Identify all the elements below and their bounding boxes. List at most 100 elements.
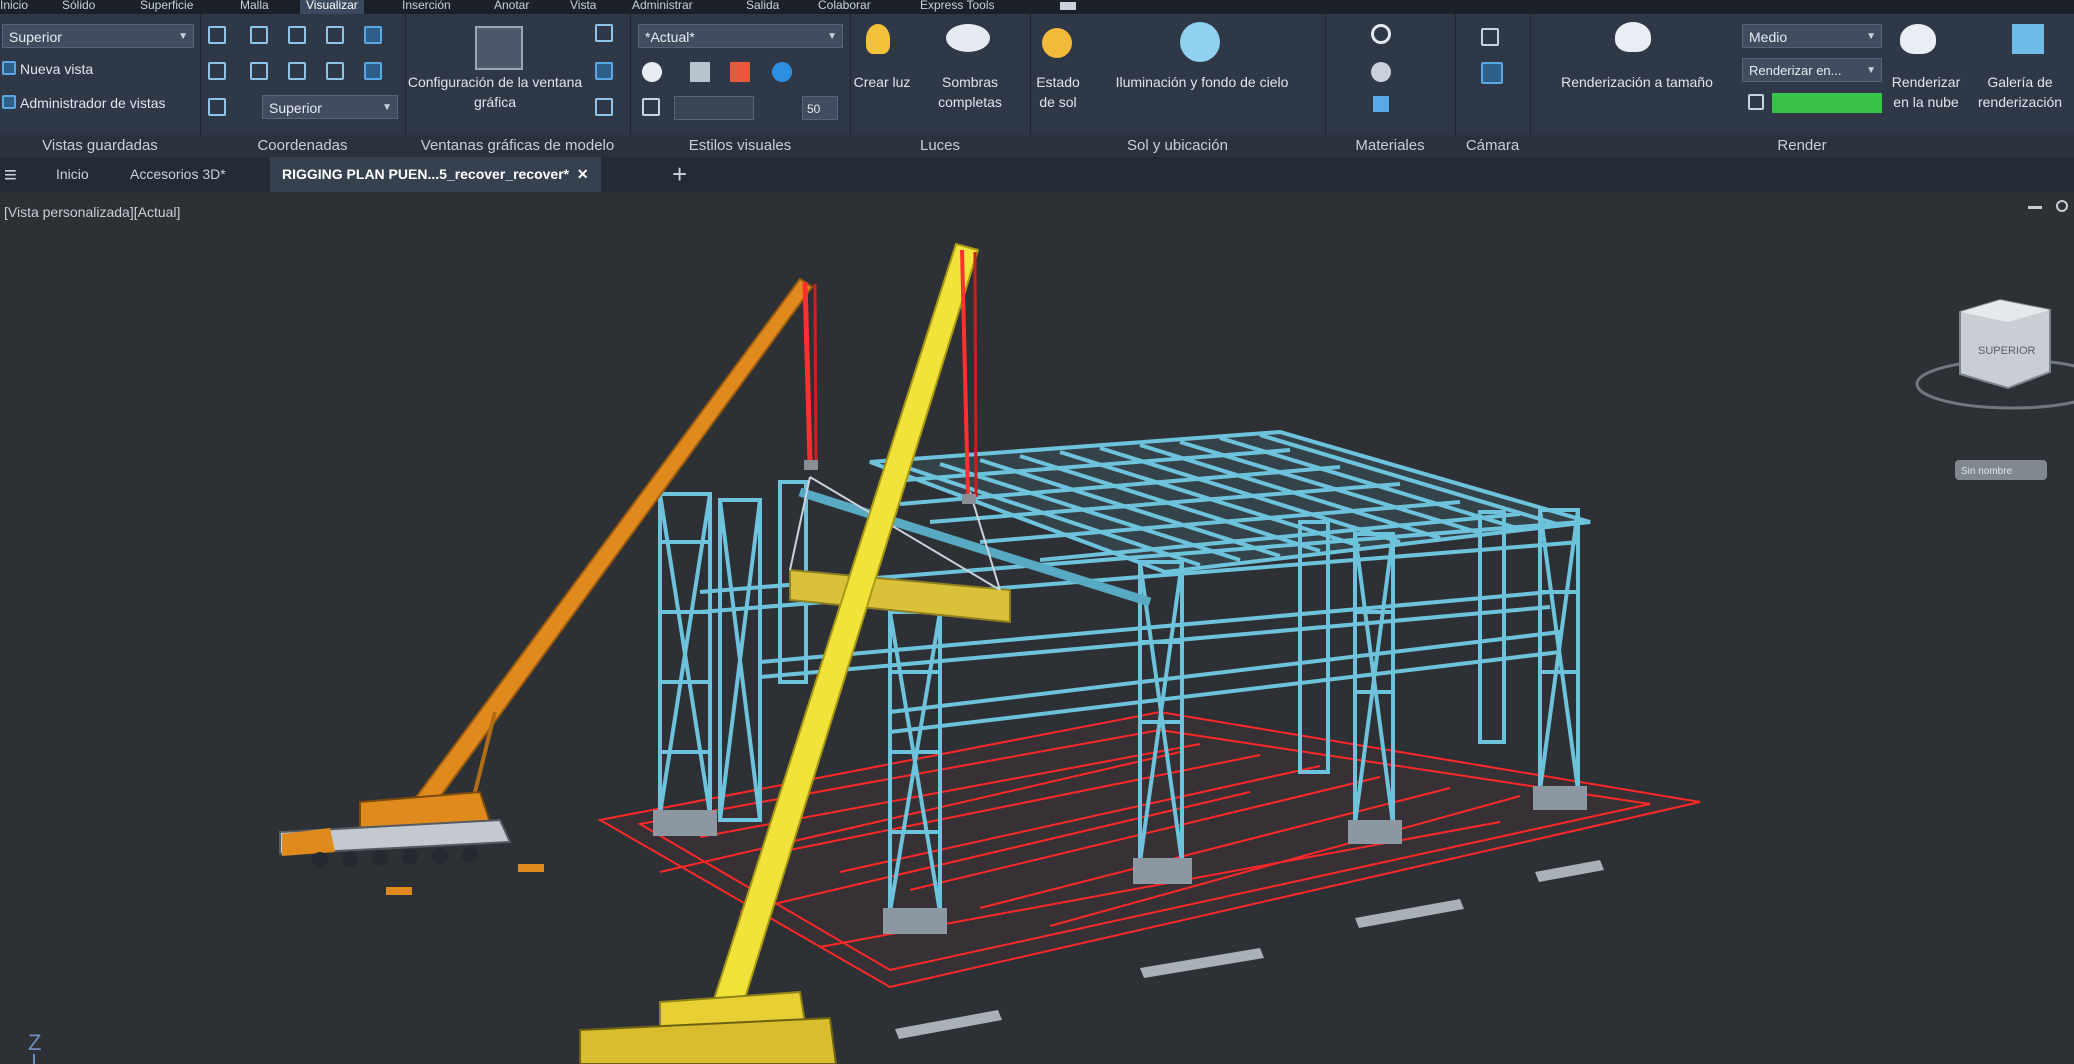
viewcube-label: SUPERIOR	[1978, 345, 2036, 357]
edge-style-icon[interactable]	[690, 62, 710, 82]
quick-access-icon[interactable]	[1060, 2, 1076, 10]
create-light-button[interactable]: Crear luz	[850, 72, 914, 92]
viewcube[interactable]: SUPERIOR	[1915, 298, 2074, 410]
gallery-icon[interactable]	[2012, 24, 2044, 54]
restore-viewports-icon[interactable]	[595, 98, 613, 116]
panel-luces: Crear luz Sombras completas Luces	[850, 14, 1031, 157]
opacity-field[interactable]	[674, 96, 754, 120]
render-in-combo[interactable]: Renderizar en... ▼	[1742, 58, 1882, 82]
panel-ventanas-graficas: Configuración de la ventana gráfica Vent…	[405, 14, 631, 157]
ucs-named-icon[interactable]	[208, 98, 226, 116]
sun-status-button[interactable]: Estado de sol	[1030, 72, 1086, 112]
ucs-y-icon[interactable]	[250, 62, 268, 80]
ucs-view-icon[interactable]	[326, 26, 344, 44]
material-map-icon[interactable]	[1373, 96, 1389, 112]
panel-camara: Cámara	[1455, 14, 1531, 157]
panel-title-vistas-guardadas: Vistas guardadas	[0, 135, 200, 157]
camera-preview-icon[interactable]	[1481, 62, 1503, 84]
ucs-world-icon[interactable]	[250, 26, 268, 44]
chevron-down-icon: ▼	[1866, 31, 1876, 42]
render-quality-combo[interactable]: Medio ▼	[1742, 24, 1882, 48]
panel-render: Renderización a tamaño Medio ▼ Renderizar…	[1530, 14, 2074, 157]
doctab-rigging-plan-label: RIGGING PLAN PUEN...5_recover_recover*	[282, 166, 570, 182]
color-style-icon[interactable]	[730, 62, 750, 82]
teapot-icon[interactable]	[1615, 22, 1651, 52]
shading-icon[interactable]	[772, 62, 792, 82]
ucs-x-icon[interactable]	[208, 62, 226, 80]
visual-style-value: *Actual*	[645, 29, 695, 45]
tab-superficie[interactable]: Superficie	[140, 0, 193, 14]
menu-hamburger-icon[interactable]: ≡	[4, 157, 17, 192]
panel-sol-ubicacion: Estado de sol Iluminación y fondo de cie…	[1030, 14, 1326, 157]
material-browser-icon[interactable]	[1371, 24, 1391, 44]
saved-view-value: Superior	[9, 29, 62, 45]
render-to-size-button[interactable]: Renderización a tamaño	[1542, 72, 1732, 92]
render-in-value: Renderizar en...	[1749, 63, 1842, 78]
opacity-value[interactable]: 50	[802, 96, 838, 120]
tab-insercion[interactable]: Inserción	[402, 0, 451, 14]
wcs-label: Sin nombre	[1961, 466, 2013, 477]
new-view-button[interactable]: Nueva vista	[20, 60, 93, 78]
material-editor-icon[interactable]	[1371, 62, 1391, 82]
tab-solido[interactable]: Sólido	[62, 0, 95, 14]
ucs-object-icon[interactable]	[326, 62, 344, 80]
chevron-down-icon: ▼	[1866, 65, 1876, 76]
tab-malla[interactable]: Malla	[240, 0, 269, 14]
panel-materiales: Materiales	[1325, 14, 1456, 157]
3d-scene: SUPERIOR Sin nombre Z	[28, 242, 2074, 1064]
tab-visualizar[interactable]: Visualizar	[300, 0, 364, 14]
sun-icon[interactable]	[1042, 28, 1072, 58]
ucs-3point-icon[interactable]	[364, 26, 382, 44]
panel-title-estilos: Estilos visuales	[630, 135, 850, 157]
cloud-teapot-icon[interactable]	[1900, 24, 1936, 54]
tab-express-tools[interactable]: Express Tools	[920, 0, 994, 14]
panel-title-camara: Cámara	[1455, 135, 1530, 157]
shadows-icon[interactable]	[946, 24, 990, 52]
render-cloud-button[interactable]: Renderizar en la nube	[1888, 72, 1964, 112]
render-gallery-button[interactable]: Galería de renderización	[1966, 72, 2074, 112]
view-manager-button[interactable]: Administrador de vistas	[20, 94, 166, 112]
full-shadows-button[interactable]: Sombras completas	[920, 72, 1020, 112]
ribbon: Superior ▼ Nueva vista Administrador de v…	[0, 14, 2074, 158]
ucs-combo[interactable]: Superior ▼	[262, 95, 398, 119]
panel-title-coordenadas: Coordenadas	[200, 135, 405, 157]
face-style-icon[interactable]	[642, 62, 662, 82]
panel-title-sol: Sol y ubicación	[1030, 135, 1325, 157]
panel-vistas-guardadas: Superior ▼ Nueva vista Administrador de v…	[0, 14, 201, 157]
doctab-accesorios[interactable]: Accesorios 3D*	[130, 157, 226, 192]
tab-administrar[interactable]: Administrar	[632, 0, 693, 14]
close-icon[interactable]: ✕	[577, 166, 589, 182]
render-quality-value: Medio	[1749, 29, 1788, 45]
axis-z-label: Z	[28, 1030, 41, 1055]
tab-salida[interactable]: Salida	[746, 0, 779, 14]
doctab-inicio[interactable]: Inicio	[56, 157, 89, 192]
viewport-controls-label[interactable]: [Vista personalizada][Actual]	[4, 204, 180, 220]
ucs-origin-icon[interactable]	[288, 26, 306, 44]
tab-anotar[interactable]: Anotar	[494, 0, 529, 14]
visual-style-combo[interactable]: *Actual* ▼	[638, 24, 843, 48]
viewport-config-button[interactable]: Configuración de la ventana gráfica	[405, 72, 585, 112]
xray-icon[interactable]	[642, 98, 660, 116]
ucs-face-icon[interactable]	[364, 62, 382, 80]
ucs-icon[interactable]	[208, 26, 226, 44]
named-viewports-icon[interactable]	[595, 24, 613, 42]
minimize-viewport-icon[interactable]	[2028, 206, 2042, 209]
tab-colaborar[interactable]: Colaborar	[818, 0, 871, 14]
viewport-config-icon[interactable]	[475, 26, 523, 70]
camera-icon[interactable]	[1481, 28, 1499, 46]
sky-lighting-button[interactable]: Iluminación y fondo de cielo	[1092, 72, 1312, 92]
autocad-window: Inicio Sólido Superficie Malla Visualiza…	[0, 0, 2074, 1064]
light-bulb-icon[interactable]	[866, 24, 890, 54]
ucs-z-icon[interactable]	[288, 62, 306, 80]
render-window-icon[interactable]	[1748, 94, 1764, 110]
restore-viewport-icon[interactable]	[2056, 200, 2068, 212]
tab-inicio[interactable]: Inicio	[0, 0, 28, 14]
join-viewports-icon[interactable]	[595, 62, 613, 80]
model-viewport[interactable]: SUPERIOR Sin nombre Z [Vista personaliza…	[0, 192, 2074, 1064]
doctab-rigging-plan[interactable]: RIGGING PLAN PUEN...5_recover_recover* ✕	[270, 157, 601, 192]
saved-view-combo[interactable]: Superior ▼	[2, 24, 194, 48]
new-tab-button[interactable]: +	[672, 157, 687, 192]
tab-vista[interactable]: Vista	[570, 0, 596, 14]
view-manager-icon	[2, 95, 16, 109]
sky-icon[interactable]	[1180, 22, 1220, 62]
